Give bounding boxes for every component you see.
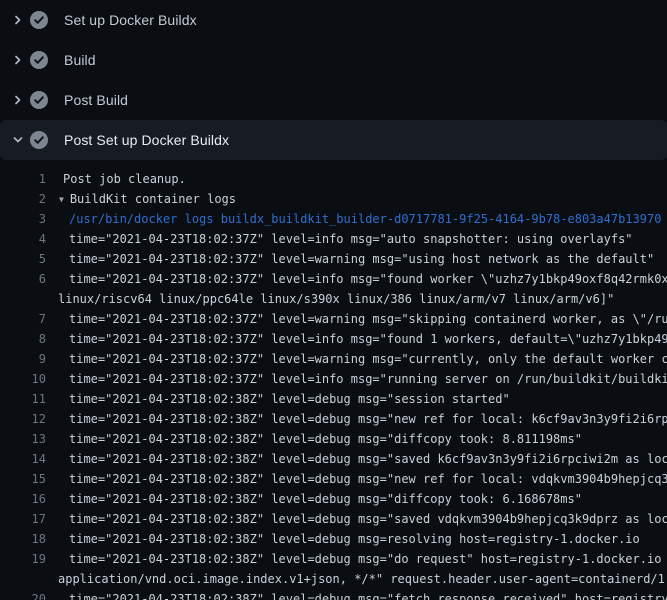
chevron-right-icon[interactable] [10,12,26,28]
log-text: time="2021-04-23T18:02:38Z" level=debug … [69,409,667,429]
log-text: time="2021-04-23T18:02:37Z" level=warnin… [69,349,667,369]
log-line: 11 time="2021-04-23T18:02:38Z" level=deb… [0,389,667,409]
log-line: 5 time="2021-04-23T18:02:37Z" level=warn… [0,249,667,269]
line-number [0,569,46,589]
log-text: time="2021-04-23T18:02:37Z" level=info m… [69,269,667,289]
log-line: linux/riscv64 linux/ppc64le linux/s390x … [0,289,667,309]
log-text: time="2021-04-23T18:02:38Z" level=debug … [69,469,667,489]
line-number[interactable]: 7 [0,309,46,329]
log-text: time="2021-04-23T18:02:38Z" level=debug … [69,389,510,409]
line-number[interactable]: 17 [0,509,46,529]
log-text: time="2021-04-23T18:02:38Z" level=debug … [69,429,582,449]
step-label: Set up Docker Buildx [64,12,197,28]
log-text: time="2021-04-23T18:02:38Z" level=debug … [69,509,667,529]
chevron-down-icon[interactable] [10,132,26,148]
log-line: 20 time="2021-04-23T18:02:38Z" level=deb… [0,589,667,600]
log-line: 17 time="2021-04-23T18:02:38Z" level=deb… [0,509,667,529]
triangle-down-icon[interactable]: ▼ [59,190,64,209]
step-row-collapsed[interactable]: Post Build [0,80,667,120]
log-text: time="2021-04-23T18:02:38Z" level=debug … [69,449,667,469]
log-line: 1 Post job cleanup. [0,169,667,189]
log-text: application/vnd.oci.image.index.v1+json,… [58,569,667,589]
line-number[interactable]: 16 [0,489,46,509]
line-number[interactable]: 20 [0,589,46,600]
line-number[interactable]: 6 [0,269,46,289]
line-number[interactable]: 2 [0,189,46,209]
chevron-right-icon[interactable] [10,92,26,108]
log-text: time="2021-04-23T18:02:38Z" level=debug … [69,489,582,509]
log-line: 9 time="2021-04-23T18:02:37Z" level=warn… [0,349,667,369]
check-circle-icon [30,131,48,149]
log-text: ▼ BuildKit container logs [59,189,236,209]
line-number[interactable]: 5 [0,249,46,269]
line-number[interactable]: 9 [0,349,46,369]
line-number[interactable]: 18 [0,529,46,549]
log-line: 12 time="2021-04-23T18:02:38Z" level=deb… [0,409,667,429]
log-text: Post job cleanup. [63,169,186,189]
log-line: 6 time="2021-04-23T18:02:37Z" level=info… [0,269,667,289]
log-line: 14 time="2021-04-23T18:02:38Z" level=deb… [0,449,667,469]
line-number[interactable]: 1 [0,169,46,189]
chevron-right-icon[interactable] [10,52,26,68]
check-circle-icon [30,51,48,69]
check-circle-icon [30,11,48,29]
log-view: 1 Post job cleanup. 2 ▼ BuildKit containe… [0,160,667,600]
log-line: 2 ▼ BuildKit container logs [0,189,667,209]
log-text: time="2021-04-23T18:02:37Z" level=warnin… [69,309,667,329]
log-line: 8 time="2021-04-23T18:02:37Z" level=info… [0,329,667,349]
step-label: Build [64,52,96,68]
command-text: /usr/bin/docker logs buildx_buildkit_bui… [69,209,661,229]
line-number[interactable]: 14 [0,449,46,469]
log-line: 3 /usr/bin/docker logs buildx_buildkit_b… [0,209,667,229]
group-title[interactable]: BuildKit container logs [70,192,236,206]
line-number[interactable]: 3 [0,209,46,229]
log-line: 19 time="2021-04-23T18:02:38Z" level=deb… [0,549,667,569]
line-number[interactable]: 12 [0,409,46,429]
step-label: Post Set up Docker Buildx [64,132,229,148]
log-line: 7 time="2021-04-23T18:02:37Z" level=warn… [0,309,667,329]
log-text: time="2021-04-23T18:02:37Z" level=info m… [69,369,667,389]
log-line: application/vnd.oci.image.index.v1+json,… [0,569,667,589]
steps-list: Set up Docker Buildx Build P [0,0,667,160]
log-line: 4 time="2021-04-23T18:02:37Z" level=info… [0,229,667,249]
line-number[interactable]: 8 [0,329,46,349]
line-number[interactable]: 13 [0,429,46,449]
line-number[interactable]: 11 [0,389,46,409]
check-circle-icon [30,91,48,109]
step-label: Post Build [64,92,128,108]
line-number[interactable]: 15 [0,469,46,489]
log-line: 13 time="2021-04-23T18:02:38Z" level=deb… [0,429,667,449]
log-text: time="2021-04-23T18:02:37Z" level=info m… [69,329,667,349]
actions-log-viewer: Set up Docker Buildx Build P [0,0,667,600]
log-text: time="2021-04-23T18:02:38Z" level=debug … [69,549,667,569]
log-text: linux/riscv64 linux/ppc64le linux/s390x … [58,289,614,309]
step-row-expanded[interactable]: Post Set up Docker Buildx [0,120,667,160]
step-row-collapsed[interactable]: Set up Docker Buildx [0,0,667,40]
line-number[interactable]: 19 [0,549,46,569]
log-text: time="2021-04-23T18:02:38Z" level=debug … [69,529,640,549]
log-text: time="2021-04-23T18:02:38Z" level=debug … [69,589,667,600]
line-number [0,289,46,309]
line-number[interactable]: 4 [0,229,46,249]
log-text: time="2021-04-23T18:02:37Z" level=info m… [69,229,633,249]
log-line: 15 time="2021-04-23T18:02:38Z" level=deb… [0,469,667,489]
log-line: 16 time="2021-04-23T18:02:38Z" level=deb… [0,489,667,509]
log-line: 18 time="2021-04-23T18:02:38Z" level=deb… [0,529,667,549]
step-row-collapsed[interactable]: Build [0,40,667,80]
line-number[interactable]: 10 [0,369,46,389]
log-text: time="2021-04-23T18:02:37Z" level=warnin… [69,249,654,269]
log-line: 10 time="2021-04-23T18:02:37Z" level=inf… [0,369,667,389]
